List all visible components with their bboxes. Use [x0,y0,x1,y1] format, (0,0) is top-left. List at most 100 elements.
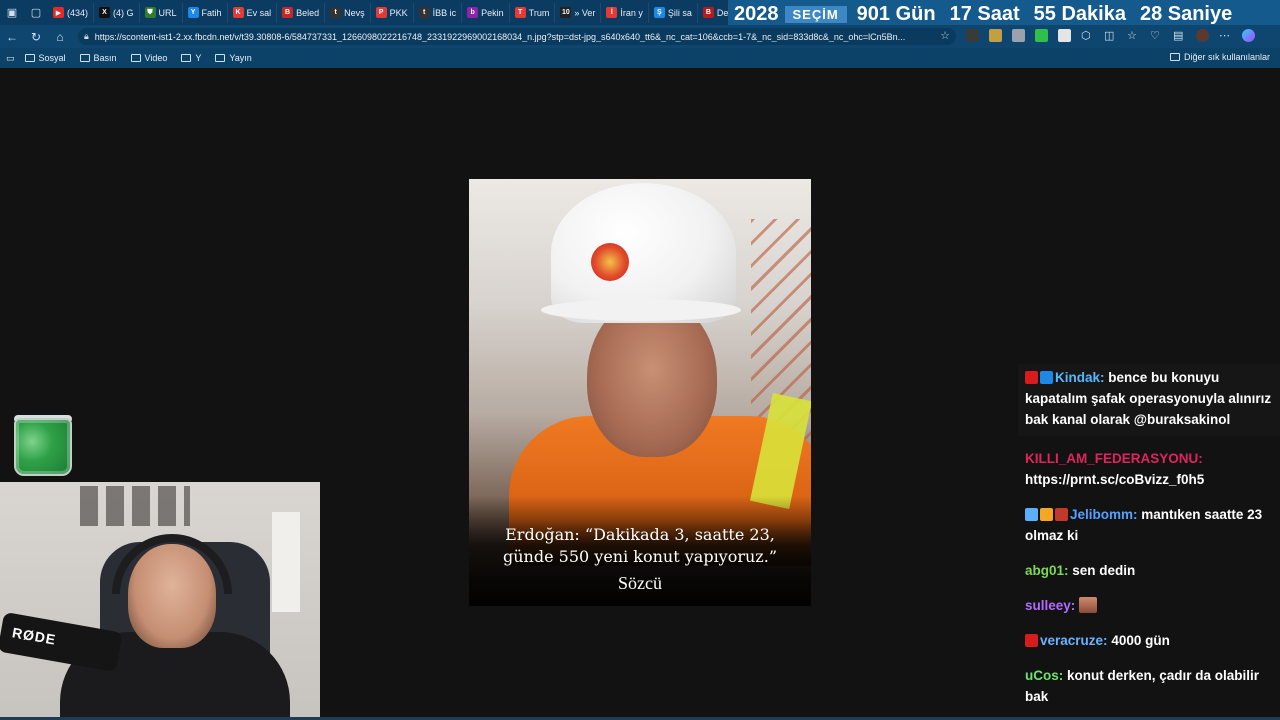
bookmark-folder-yayin[interactable]: Yayın [215,53,252,63]
url-text[interactable]: https://scontent-ist1-2.xx.fbcdn.net/v/t… [95,32,925,42]
browser-tab[interactable]: b Pekin [462,2,510,23]
tab-favicon-icon: Y [187,7,199,18]
favorites-icon[interactable]: ☆ [1127,29,1140,42]
chat-badge-icon [1025,371,1038,384]
browser-essentials-icon[interactable]: ♡ [1150,29,1163,42]
chat-badge-icon [1025,508,1038,521]
tab-favicon-icon: T [514,7,526,18]
presidential-emblem-icon [591,243,629,281]
collections-icon[interactable]: ▤ [1173,29,1186,42]
browser-tab[interactable]: ⛊ URL [140,2,183,23]
bookmark-label: Sosyal [38,53,66,63]
browser-tab[interactable]: K Ev sal [228,2,278,23]
tab-favicon-icon: X [99,7,111,18]
other-bookmarks[interactable]: Diğer sık kullanılanlar [1169,52,1270,62]
bookmark-folder-video[interactable]: Video [130,53,167,63]
browser-tab[interactable]: İ İran y [601,2,649,23]
tab-label: (434) [67,7,89,18]
chat-message: Kindak: bence bu konuyu kapatalım şafak … [1018,364,1280,436]
photo-caption: Erdoğan: “Dakikada 3, saatte 23, günde 5… [469,524,811,568]
workspaces-icon[interactable]: ▣ [0,0,24,25]
extension-icon[interactable] [1012,29,1025,42]
favorite-star-icon[interactable]: ☆ [940,29,950,42]
folder-icon [1169,53,1180,61]
caption-line-2: günde 550 yeni konut yapıyoruz.” [503,547,777,566]
bookmark-folder-sosyal[interactable]: Sosyal [24,53,66,63]
browser-tab[interactable]: T Trum [510,2,556,23]
folder-icon [79,54,90,62]
browser-tab[interactable]: ▶ (434) [48,2,95,23]
tab-favicon-icon: ⛊ [144,7,156,18]
page-info-icon[interactable]: 🔒︎ [84,31,89,42]
browser-tab[interactable]: P PKK [371,2,414,23]
chat-username[interactable]: uCos: [1025,668,1063,683]
tab-label: İran y [620,7,643,18]
back-arrow-icon[interactable]: ← [0,25,24,48]
tab-label: Pekin [481,7,504,18]
extension-icon[interactable] [966,29,979,42]
folder-icon [130,54,141,62]
browser-tab[interactable]: t Nevş [325,2,371,23]
extensions-puzzle-icon[interactable]: ⬡ [1081,29,1094,42]
news-photo: Erdoğan: “Dakikada 3, saatte 23, günde 5… [469,179,811,606]
browser-tab[interactable]: Y Fatih [183,2,228,23]
chat-message: Jelibomm: mantıken saatte 23 olmaz ki [1018,502,1280,548]
split-screen-icon[interactable]: ◫ [1104,29,1117,42]
tab-favicon-icon: ▶ [53,7,64,18]
countdown-hours: 17 Saat [949,2,1020,25]
tab-favicon-icon: B [702,7,714,18]
tab-label: PKK [389,7,408,18]
browser-tab[interactable]: B Beled [277,2,326,23]
home-icon[interactable]: ⌂ [48,25,72,48]
refresh-icon[interactable]: ↻ [24,25,48,48]
tab-favicon-icon: t [330,7,342,18]
extension-icon[interactable] [989,29,1002,42]
chat-username[interactable]: veracruze: [1040,633,1108,648]
wall-frames [80,486,190,526]
more-menu-icon[interactable]: ⋯ [1219,29,1232,42]
bookmark-label: Basın [93,53,117,63]
browser-tab[interactable]: 10» Ver [555,2,602,23]
chat-badge-icon [1040,371,1053,384]
bookmarks-panel-icon[interactable]: ▭ [6,53,15,64]
profile-avatar[interactable] [1196,29,1209,42]
address-bar-row: ← ↻ ⌂ 🔒︎ https://scontent-ist1-2.xx.fbcd… [0,25,1280,48]
chat-overlay: Kindak: bence bu konuyu kapatalım şafak … [1018,364,1280,719]
tab-actions-icon[interactable]: ▢ [24,0,48,25]
url-field[interactable]: 🔒︎ https://scontent-ist1-2.xx.fbcdn.net/… [78,28,956,45]
extension-icon[interactable] [1058,29,1071,42]
tab-label: Beled [296,7,320,18]
chat-username[interactable]: sulleey: [1025,598,1075,613]
chat-username[interactable]: KILLI_AM_FEDERASYONU: [1025,451,1203,466]
chat-username[interactable]: Jelibomm: [1070,507,1138,522]
chat-username[interactable]: abg01: [1025,563,1069,578]
screen: ▣ ▢ ▶ (434) X (4) G ⛊ URL Y Fatih K Ev sal B Beled t… [0,0,1280,720]
copilot-icon[interactable] [1242,29,1255,42]
bookmark-folder-y[interactable]: Y [181,53,201,63]
extension-icon[interactable] [1035,29,1048,42]
door [272,512,300,612]
chat-message: veracruze: 4000 gün [1018,628,1280,653]
countdown-minutes: 55 Dakika [1033,2,1126,25]
chat-username[interactable]: Kindak: [1055,370,1105,385]
tab-favicon-icon: B [282,7,294,18]
tab-favicon-icon: t [418,7,430,18]
tab-favicon-icon: Ş [653,7,665,18]
webcam-overlay: RØDE [0,482,320,720]
bookmark-folder-basin[interactable]: Basın [79,53,117,63]
gumball-jar-icon [14,418,72,476]
tab-label: URL [158,7,177,18]
tab-label: Nevş [344,7,365,18]
browser-tab[interactable]: Ş Şili sa [649,2,698,23]
countdown-days: 901 Gün [856,2,936,25]
browser-tab[interactable]: X (4) G [94,2,140,23]
folder-icon [215,54,226,62]
browser-tab[interactable]: t İBB ic [414,2,463,23]
chat-text: 4000 gün [1111,633,1170,648]
tab-favicon-icon: b [467,7,479,18]
bookmark-label: Yayın [229,53,252,63]
countdown-label: SEÇİM [784,5,847,23]
bookmarks-bar: ▭ Sosyal Basın Video Y Yayın Diğer sık k… [0,48,1280,68]
other-bookmarks-label: Diğer sık kullanılanlar [1183,52,1270,62]
tab-label: Ev sal [246,7,272,18]
